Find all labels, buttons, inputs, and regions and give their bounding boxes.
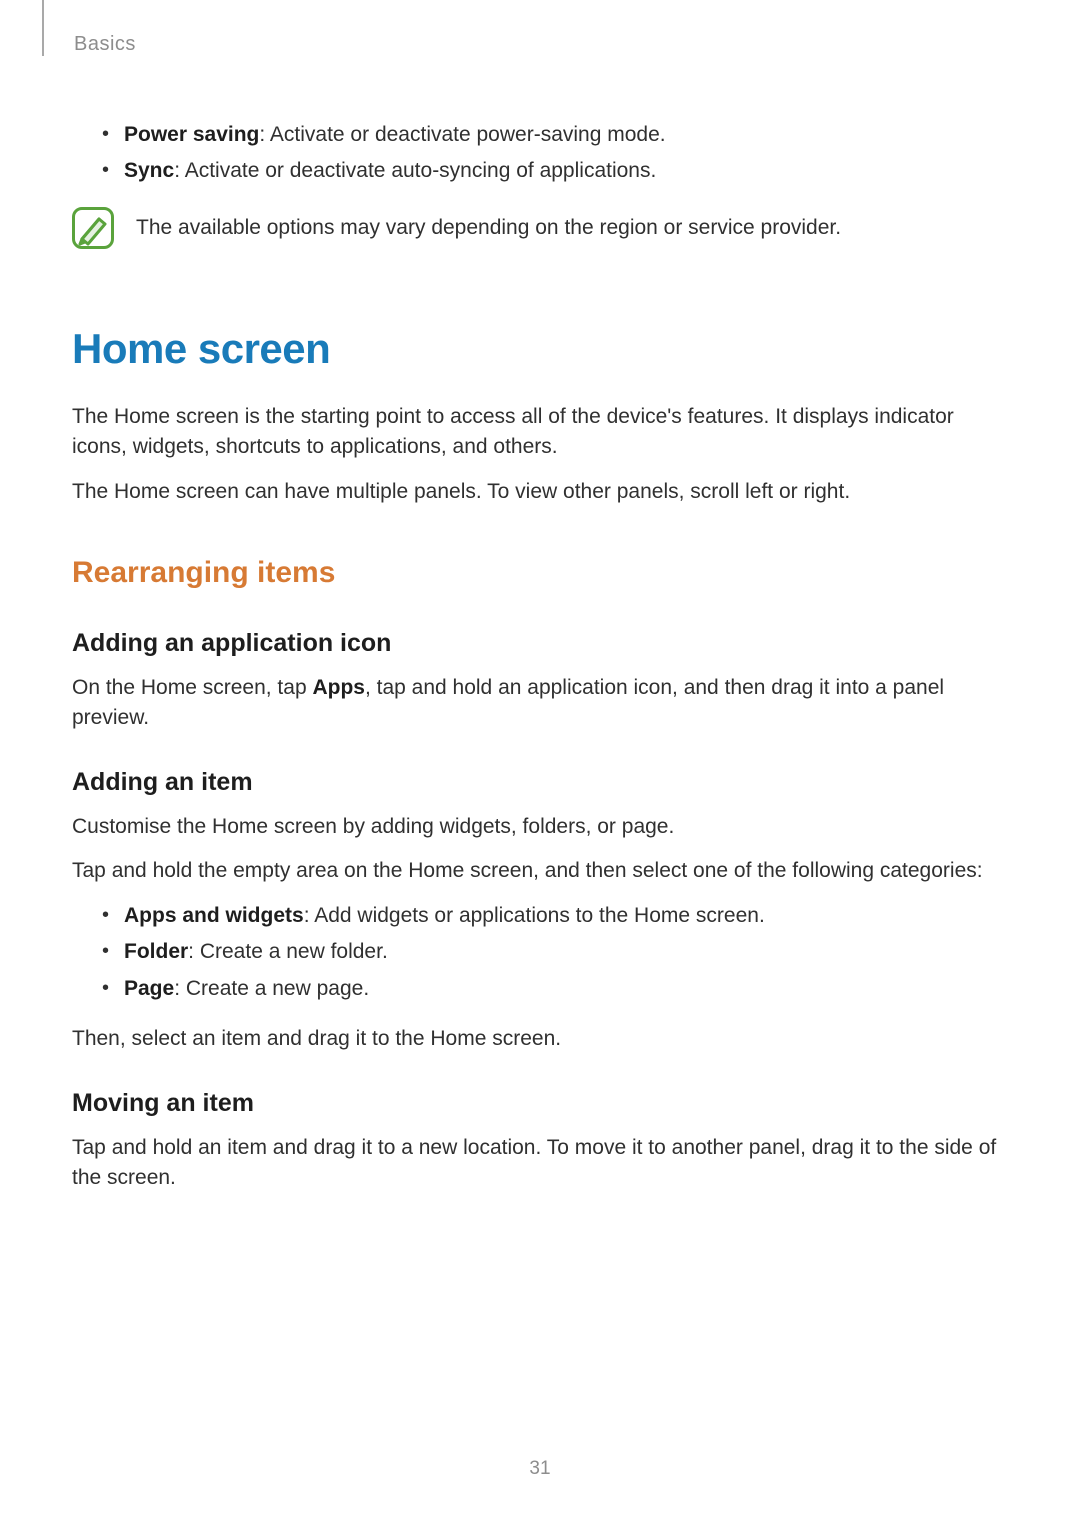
bullet-term: Sync (124, 159, 174, 182)
bold-run: Apps (312, 676, 365, 699)
page-header: Basics (72, 30, 1008, 60)
subsection-title-rearranging: Rearranging items (72, 551, 1008, 595)
bullet-desc: : Add widgets or applications to the Hom… (304, 904, 765, 927)
list-item: Power saving: Activate or deactivate pow… (102, 120, 1008, 150)
bullet-desc: : Activate or deactivate auto-syncing of… (174, 159, 656, 182)
body-text: Customise the Home screen by adding widg… (72, 812, 1008, 842)
body-text: The Home screen is the starting point to… (72, 402, 1008, 463)
note-callout: The available options may vary depending… (72, 207, 1008, 249)
bullet-term: Folder (124, 940, 188, 963)
bullet-term: Page (124, 977, 174, 1000)
header-rule (42, 0, 44, 56)
body-text: Then, select an item and drag it to the … (72, 1024, 1008, 1054)
adding-item-bullets: Apps and widgets: Add widgets or applica… (72, 901, 1008, 1004)
list-item: Sync: Activate or deactivate auto-syncin… (102, 156, 1008, 186)
bullet-term: Apps and widgets (124, 904, 304, 927)
text-run: On the Home screen, tap (72, 676, 312, 699)
bullet-term: Power saving (124, 123, 259, 146)
list-item: Apps and widgets: Add widgets or applica… (102, 901, 1008, 931)
page-number: 31 (0, 1455, 1080, 1483)
bullet-desc: : Create a new page. (174, 977, 369, 1000)
body-text: The Home screen can have multiple panels… (72, 477, 1008, 507)
breadcrumb: Basics (74, 30, 1008, 59)
list-item: Folder: Create a new folder. (102, 937, 1008, 967)
subsub-title-adding-app-icon: Adding an application icon (72, 625, 1008, 661)
body-text: On the Home screen, tap Apps, tap and ho… (72, 673, 1008, 734)
list-item: Page: Create a new page. (102, 974, 1008, 1004)
subsub-title-moving-item: Moving an item (72, 1085, 1008, 1121)
note-icon (72, 207, 114, 249)
subsub-title-adding-item: Adding an item (72, 764, 1008, 800)
body-text: Tap and hold the empty area on the Home … (72, 856, 1008, 886)
bullet-desc: : Create a new folder. (188, 940, 388, 963)
manual-page: Basics Power saving: Activate or deactiv… (0, 0, 1080, 1527)
body-text: Tap and hold an item and drag it to a ne… (72, 1133, 1008, 1194)
note-text: The available options may vary depending… (136, 213, 841, 243)
bullet-desc: : Activate or deactivate power-saving mo… (259, 123, 665, 146)
top-bullet-list: Power saving: Activate or deactivate pow… (72, 120, 1008, 187)
section-title-home-screen: Home screen (72, 319, 1008, 380)
